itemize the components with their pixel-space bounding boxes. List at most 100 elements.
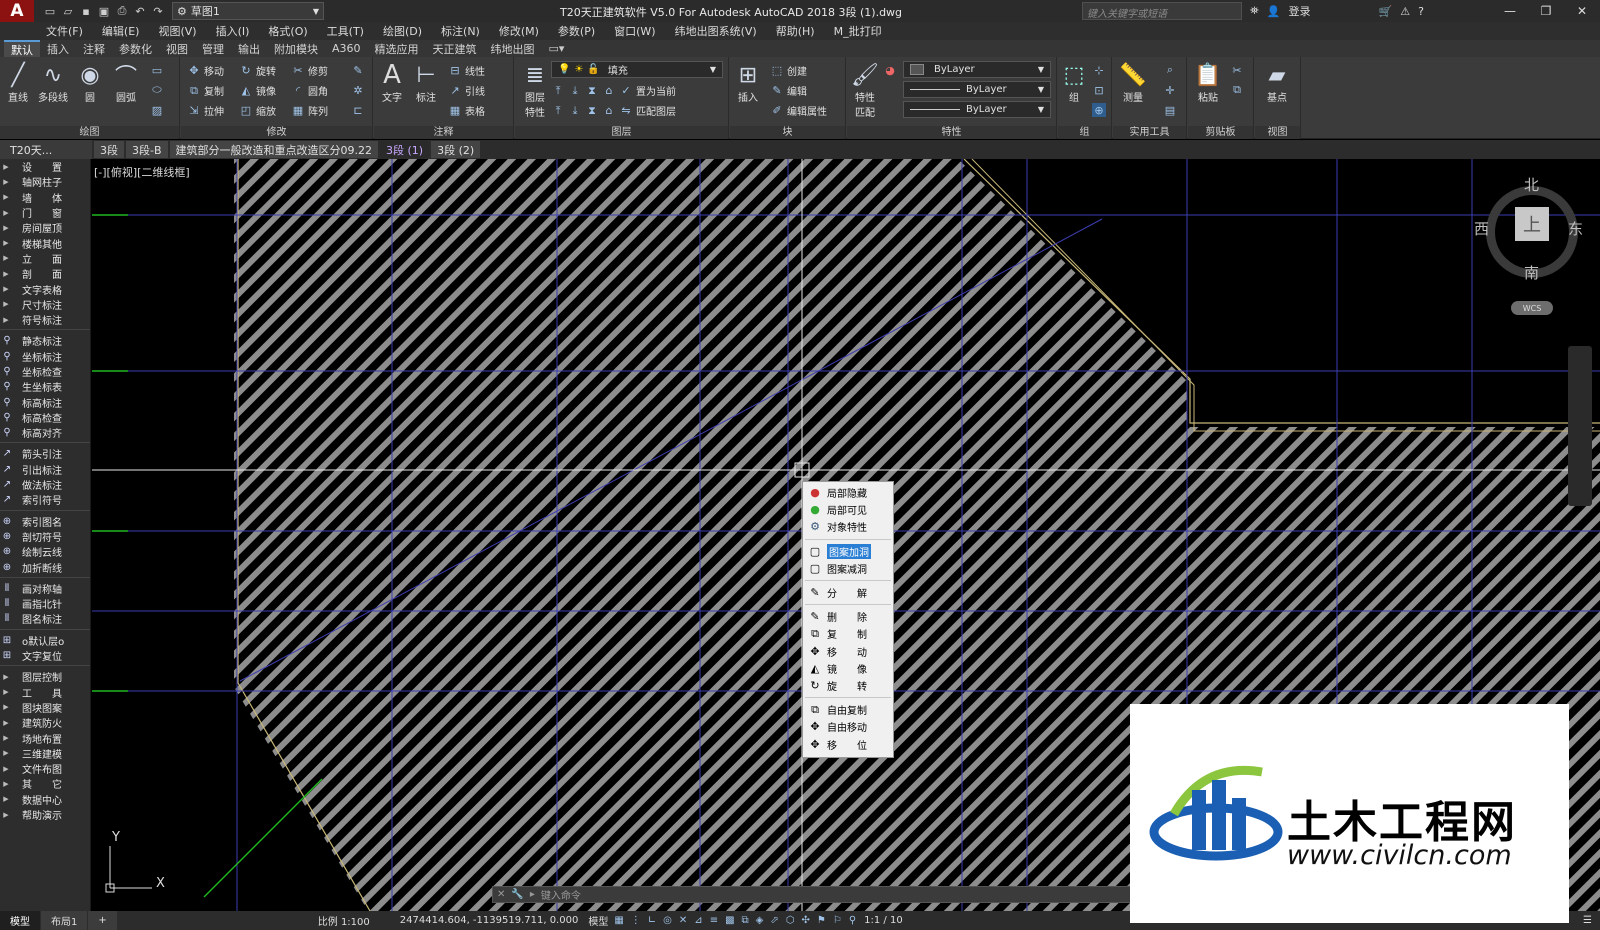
copy-button[interactable]: ⧉ 复制 bbox=[187, 83, 224, 99]
menu-help[interactable]: 帮助(H) bbox=[776, 23, 815, 39]
context-menu-item-group4-0[interactable]: ✎ 删 除 bbox=[803, 608, 893, 625]
panel-block-label[interactable]: 块 bbox=[730, 126, 845, 139]
new-file-icon[interactable]: ▭ bbox=[42, 3, 58, 19]
context-menu-item-group1-1[interactable]: ● 局部可见 bbox=[803, 501, 893, 518]
panel-annotation-label[interactable]: 注释 bbox=[374, 126, 513, 139]
sidebar-item-group4-3[interactable]: ⊕ 加折断线 bbox=[0, 559, 90, 575]
sidebar-item-group2-6[interactable]: ⚲ 标高对齐 bbox=[0, 425, 90, 440]
hatch-button[interactable]: ▨ bbox=[150, 103, 164, 117]
tab-manage[interactable]: 管理 bbox=[195, 41, 231, 57]
restore-icon[interactable]: ❐ bbox=[1528, 0, 1564, 22]
sidebar-item-group4-2[interactable]: ⊕ 绘制云线 bbox=[0, 544, 90, 559]
layer-properties-button[interactable]: ≣ 图层特性 bbox=[521, 61, 549, 120]
sidebar-item-group6-1[interactable]: ⊞ 文字复位 bbox=[0, 648, 90, 663]
circle-button[interactable]: ◉ 圆 bbox=[76, 61, 104, 105]
calculator-button[interactable]: ▤ bbox=[1163, 103, 1177, 117]
tab-annotate[interactable]: 注释 bbox=[76, 41, 112, 57]
save-icon[interactable]: ▪ bbox=[78, 3, 94, 19]
group-button[interactable]: ⬚ 组 bbox=[1060, 61, 1088, 105]
context-menu-item-group4-1[interactable]: ⧉ 复 制 bbox=[803, 625, 893, 642]
array-button[interactable]: ▦ 阵列 bbox=[291, 103, 328, 118]
sidebar-item-group3-2[interactable]: ↗ 做法标注 bbox=[0, 477, 90, 492]
save-as-icon[interactable]: ▣ bbox=[96, 3, 112, 19]
login-label[interactable]: 登录 bbox=[1289, 3, 1311, 19]
ribbon-options-icon[interactable]: ▭▾ bbox=[542, 42, 572, 55]
layer-tools-row1[interactable]: ⤒ ⤓ ⧗ ⌂ ✓ 置为当前 bbox=[551, 83, 676, 99]
match-properties-button[interactable]: 🖌 特性匹配 bbox=[851, 61, 879, 120]
base-point-button[interactable]: ▰ 基点 bbox=[1263, 61, 1291, 105]
sidebar-item-group5-2[interactable]: ⫴ 图名标注 bbox=[0, 611, 90, 626]
create-block-button[interactable]: ⬚ 创建 bbox=[770, 63, 807, 78]
menu-batch-print[interactable]: M_批打印 bbox=[834, 23, 882, 39]
layer-combo[interactable]: 💡 ☀ 🔓 填充 ▼ bbox=[551, 61, 723, 78]
linear-button[interactable]: ⊟ 线性 bbox=[448, 63, 485, 78]
viewcube[interactable]: 上 北 南 东 西 WCS bbox=[1474, 176, 1583, 315]
sidebar-item-group7-2[interactable]: ▶ 图块图案 bbox=[0, 700, 90, 715]
sidebar-item-group2-4[interactable]: ⚲ 标高标注 bbox=[0, 394, 90, 410]
redo-icon[interactable]: ↷ bbox=[150, 3, 166, 19]
insert-block-button[interactable]: ⊞ 插入 bbox=[734, 61, 762, 105]
sidebar-item-group1-0[interactable]: ▶ 设 置 bbox=[0, 159, 90, 175]
edit-block-button[interactable]: ✎ 编辑 bbox=[770, 83, 807, 98]
lineweight-icon[interactable]: ≡ bbox=[710, 915, 718, 926]
menu-tools[interactable]: 工具(T) bbox=[327, 23, 364, 39]
minimize-icon[interactable]: — bbox=[1492, 0, 1528, 22]
menu-view[interactable]: 视图(V) bbox=[158, 23, 196, 39]
selection-filter-icon[interactable]: ⬡ bbox=[786, 915, 795, 926]
sidebar-item-group1-8[interactable]: ▶ 文字表格 bbox=[0, 281, 90, 297]
doc-tab-3duan[interactable]: 3段 bbox=[94, 141, 124, 158]
binoculars-icon[interactable]: ⛯ bbox=[1250, 4, 1259, 18]
layer-tools-row2[interactable]: ⤒ ⤓ ⧗ ⌂ ⇋ 匹配图层 bbox=[551, 103, 676, 119]
paste-button[interactable]: 📋 粘贴 bbox=[1194, 61, 1222, 105]
3d-osnap-icon[interactable]: ◈ bbox=[756, 915, 764, 926]
polar-icon[interactable]: ◎ bbox=[663, 915, 672, 926]
context-menu-item-group5-2[interactable]: ✥ 移 位 bbox=[803, 735, 893, 752]
command-input[interactable]: 键入命令 bbox=[541, 887, 581, 902]
tab-featured-apps[interactable]: 精选应用 bbox=[368, 41, 426, 57]
auto-scale-icon[interactable]: ⚐ bbox=[833, 915, 842, 926]
compass-south[interactable]: 南 bbox=[1524, 262, 1539, 283]
sidebar-item-group1-9[interactable]: ▶ 尺寸标注 bbox=[0, 297, 90, 312]
tab-tangent[interactable]: 天正建筑 bbox=[426, 41, 484, 57]
panel-view-label[interactable]: 视图 bbox=[1255, 126, 1300, 139]
sidebar-item-group7-4[interactable]: ▶ 场地布置 bbox=[0, 730, 90, 746]
menu-window[interactable]: 窗口(W) bbox=[614, 23, 655, 39]
point-id-button[interactable]: ✛ bbox=[1163, 83, 1177, 97]
table-button[interactable]: ▦ 表格 bbox=[448, 103, 485, 118]
trim-button[interactable]: ✂ 修剪 bbox=[291, 63, 328, 78]
measure-button[interactable]: 📏 测量 bbox=[1119, 61, 1147, 105]
context-menu-item-group1-2[interactable]: ⚙ 对象特性 bbox=[803, 518, 893, 535]
context-menu-item-group4-2[interactable]: ✥ 移 动 bbox=[803, 643, 893, 660]
rectangle-button[interactable]: ▭ bbox=[150, 63, 164, 77]
line-button[interactable]: ╱ 直线 bbox=[4, 61, 32, 105]
wrench-icon[interactable]: 🔧 bbox=[511, 889, 523, 900]
lineweight-combo[interactable]: ByLayer ▼ bbox=[903, 101, 1051, 118]
context-menu-item-group3-0[interactable]: ✎ 分 解 bbox=[803, 584, 893, 601]
menu-modify[interactable]: 修改(M) bbox=[499, 23, 539, 39]
undo-icon[interactable]: ↶ bbox=[132, 3, 148, 19]
panel-groups-label[interactable]: 组 bbox=[1058, 126, 1111, 139]
compass-west[interactable]: 西 bbox=[1474, 218, 1489, 239]
app-logo[interactable]: A bbox=[0, 0, 34, 22]
sidebar-item-group7-7[interactable]: ▶ 其 它 bbox=[0, 776, 90, 792]
command-line[interactable]: ✕ 🔧 ▸ 键入命令 bbox=[492, 886, 1132, 903]
fillet-button[interactable]: ◜ 圆角 bbox=[291, 83, 328, 98]
menu-file[interactable]: 文件(F) bbox=[46, 23, 83, 39]
sidebar-item-group2-3[interactable]: ⚲ 生坐标表 bbox=[0, 379, 90, 394]
context-menu-item-group1-0[interactable]: ● 局部隐藏 bbox=[803, 484, 893, 501]
ellipse-button[interactable]: ⬭ bbox=[150, 83, 164, 97]
context-menu-item-group2-0[interactable]: ▢ 图案加洞 bbox=[803, 543, 893, 560]
edit-attributes-button[interactable]: ✐ 编辑属性 bbox=[770, 103, 827, 118]
sidebar-item-group7-5[interactable]: ▶ 三维建模 bbox=[0, 746, 90, 761]
sidebar-item-group7-6[interactable]: ▶ 文件布图 bbox=[0, 761, 90, 777]
sidebar-item-group1-4[interactable]: ▶ 房间屋顶 bbox=[0, 220, 90, 236]
quick-select-button[interactable]: ⌕ bbox=[1163, 63, 1177, 77]
print-icon[interactable]: ⎙ bbox=[114, 3, 130, 19]
offset-button[interactable]: ⊏ bbox=[351, 103, 365, 117]
customize-icon[interactable]: ☰ bbox=[1583, 915, 1592, 926]
mirror-button[interactable]: ◭ 镜像 bbox=[239, 83, 276, 98]
sidebar-item-group2-1[interactable]: ⚲ 坐标标注 bbox=[0, 349, 90, 364]
sidebar-item-group2-0[interactable]: ⚲ 静态标注 bbox=[0, 333, 90, 348]
tab-parametric[interactable]: 参数化 bbox=[112, 41, 159, 57]
scale-selector[interactable]: 比例 1:100 bbox=[318, 913, 370, 928]
